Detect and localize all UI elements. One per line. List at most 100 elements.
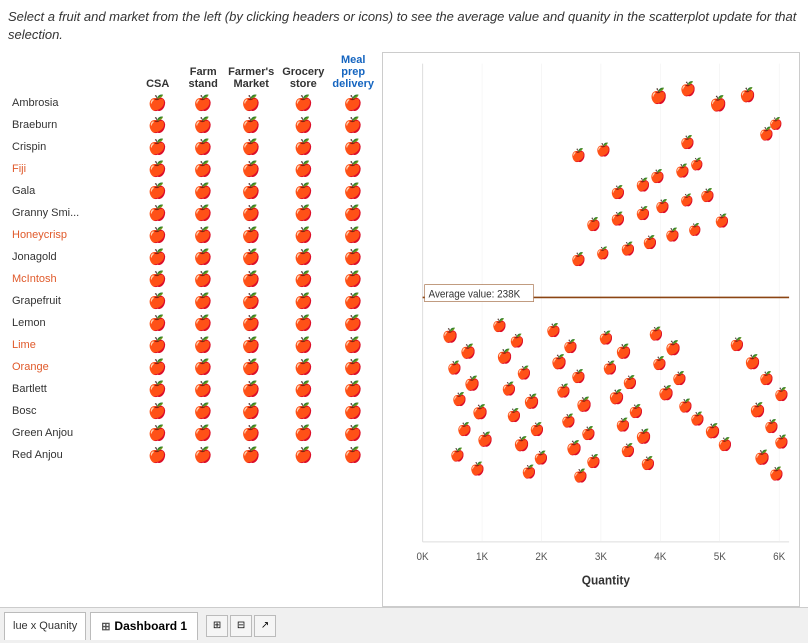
col-header-name[interactable] <box>8 52 133 92</box>
tab-action-btn-1[interactable]: ⊞ <box>206 615 228 637</box>
tab-action-btn-2[interactable]: ⊟ <box>230 615 252 637</box>
fruit-market-cell[interactable]: 🍎 <box>133 158 182 180</box>
col-header-meal-prep[interactable]: Meal prep delivery <box>328 52 378 92</box>
fruit-market-cell[interactable]: 🍎 <box>328 180 378 202</box>
col-header-farmers-market[interactable]: Farmer's Market <box>224 52 278 92</box>
fruit-market-cell[interactable]: 🍎 <box>278 378 328 400</box>
fruit-market-cell[interactable]: 🍎 <box>182 136 224 158</box>
fruit-name-cell[interactable]: Granny Smi... <box>8 202 133 224</box>
fruit-market-cell[interactable]: 🍎 <box>328 444 378 466</box>
fruit-market-cell[interactable]: 🍎 <box>278 334 328 356</box>
fruit-market-cell[interactable]: 🍎 <box>224 92 278 114</box>
fruit-market-cell[interactable]: 🍎 <box>328 268 378 290</box>
fruit-market-cell[interactable]: 🍎 <box>328 422 378 444</box>
fruit-market-cell[interactable]: 🍎 <box>278 202 328 224</box>
fruit-name-cell[interactable]: Green Anjou <box>8 422 133 444</box>
fruit-market-cell[interactable]: 🍎 <box>133 378 182 400</box>
table-row[interactable]: Lemon🍎🍎🍎🍎🍎 <box>8 312 378 334</box>
fruit-market-cell[interactable]: 🍎 <box>224 312 278 334</box>
fruit-market-cell[interactable]: 🍎 <box>224 224 278 246</box>
fruit-name-cell[interactable]: Bartlett <box>8 378 133 400</box>
fruit-market-cell[interactable]: 🍎 <box>328 114 378 136</box>
fruit-market-cell[interactable]: 🍎 <box>182 290 224 312</box>
fruit-market-cell[interactable]: 🍎 <box>133 136 182 158</box>
fruit-market-cell[interactable]: 🍎 <box>278 422 328 444</box>
fruit-market-cell[interactable]: 🍎 <box>224 356 278 378</box>
fruit-market-cell[interactable]: 🍎 <box>328 136 378 158</box>
fruit-market-cell[interactable]: 🍎 <box>224 334 278 356</box>
table-row[interactable]: Orange🍎🍎🍎🍎🍎 <box>8 356 378 378</box>
fruit-market-cell[interactable]: 🍎 <box>182 356 224 378</box>
fruit-market-cell[interactable]: 🍎 <box>278 312 328 334</box>
fruit-market-cell[interactable]: 🍎 <box>182 158 224 180</box>
fruit-name-cell[interactable]: Bosc <box>8 400 133 422</box>
fruit-market-cell[interactable]: 🍎 <box>182 224 224 246</box>
fruit-market-cell[interactable]: 🍎 <box>224 378 278 400</box>
fruit-market-cell[interactable]: 🍎 <box>328 224 378 246</box>
fruit-market-cell[interactable]: 🍎 <box>133 114 182 136</box>
fruit-name-cell[interactable]: Grapefruit <box>8 290 133 312</box>
fruit-market-cell[interactable]: 🍎 <box>182 312 224 334</box>
fruit-market-cell[interactable]: 🍎 <box>328 312 378 334</box>
fruit-market-cell[interactable]: 🍎 <box>328 290 378 312</box>
fruit-market-cell[interactable]: 🍎 <box>182 268 224 290</box>
fruit-market-cell[interactable]: 🍎 <box>133 92 182 114</box>
fruit-market-cell[interactable]: 🍎 <box>224 202 278 224</box>
fruit-name-cell[interactable]: Ambrosia <box>8 92 133 114</box>
fruit-name-cell[interactable]: Fiji <box>8 158 133 180</box>
fruit-market-cell[interactable]: 🍎 <box>182 92 224 114</box>
fruit-market-cell[interactable]: 🍎 <box>182 444 224 466</box>
fruit-market-cell[interactable]: 🍎 <box>182 246 224 268</box>
fruit-market-cell[interactable]: 🍎 <box>224 444 278 466</box>
fruit-market-cell[interactable]: 🍎 <box>278 158 328 180</box>
table-row[interactable]: Braeburn🍎🍎🍎🍎🍎 <box>8 114 378 136</box>
fruit-name-cell[interactable]: Braeburn <box>8 114 133 136</box>
fruit-market-cell[interactable]: 🍎 <box>133 444 182 466</box>
tab-action-btn-3[interactable]: ↗ <box>254 615 276 637</box>
fruit-market-cell[interactable]: 🍎 <box>133 356 182 378</box>
fruit-market-cell[interactable]: 🍎 <box>278 136 328 158</box>
fruit-market-cell[interactable]: 🍎 <box>328 246 378 268</box>
fruit-name-cell[interactable]: McIntosh <box>8 268 133 290</box>
col-header-csa[interactable]: CSA <box>133 52 182 92</box>
table-row[interactable]: Bartlett🍎🍎🍎🍎🍎 <box>8 378 378 400</box>
fruit-market-cell[interactable]: 🍎 <box>182 334 224 356</box>
fruit-market-cell[interactable]: 🍎 <box>328 334 378 356</box>
fruit-market-cell[interactable]: 🍎 <box>278 290 328 312</box>
table-row[interactable]: Ambrosia🍎🍎🍎🍎🍎 <box>8 92 378 114</box>
table-row[interactable]: Gala🍎🍎🍎🍎🍎 <box>8 180 378 202</box>
tab-dashboard-1[interactable]: ⊞ Dashboard 1 <box>90 612 198 640</box>
table-row[interactable]: Lime🍎🍎🍎🍎🍎 <box>8 334 378 356</box>
fruit-market-cell[interactable]: 🍎 <box>133 334 182 356</box>
fruit-market-cell[interactable]: 🍎 <box>182 378 224 400</box>
partial-tab-value-quantity[interactable]: lue x Quanity <box>4 612 86 640</box>
table-row[interactable]: Honeycrisp🍎🍎🍎🍎🍎 <box>8 224 378 246</box>
fruit-market-cell[interactable]: 🍎 <box>278 400 328 422</box>
fruit-market-cell[interactable]: 🍎 <box>278 92 328 114</box>
fruit-market-cell[interactable]: 🍎 <box>278 246 328 268</box>
fruit-market-cell[interactable]: 🍎 <box>328 158 378 180</box>
fruit-market-cell[interactable]: 🍎 <box>278 180 328 202</box>
fruit-market-cell[interactable]: 🍎 <box>133 290 182 312</box>
fruit-market-cell[interactable]: 🍎 <box>182 114 224 136</box>
fruit-market-cell[interactable]: 🍎 <box>133 312 182 334</box>
fruit-name-cell[interactable]: Jonagold <box>8 246 133 268</box>
fruit-name-cell[interactable]: Lime <box>8 334 133 356</box>
table-row[interactable]: Granny Smi...🍎🍎🍎🍎🍎 <box>8 202 378 224</box>
fruit-market-cell[interactable]: 🍎 <box>278 224 328 246</box>
fruit-name-cell[interactable]: Crispin <box>8 136 133 158</box>
fruit-market-cell[interactable]: 🍎 <box>224 290 278 312</box>
fruit-market-cell[interactable]: 🍎 <box>133 224 182 246</box>
fruit-market-cell[interactable]: 🍎 <box>224 246 278 268</box>
table-row[interactable]: Green Anjou🍎🍎🍎🍎🍎 <box>8 422 378 444</box>
table-row[interactable]: Red Anjou🍎🍎🍎🍎🍎 <box>8 444 378 466</box>
fruit-market-cell[interactable]: 🍎 <box>182 400 224 422</box>
fruit-market-cell[interactable]: 🍎 <box>224 158 278 180</box>
fruit-name-cell[interactable]: Lemon <box>8 312 133 334</box>
fruit-name-cell[interactable]: Red Anjou <box>8 444 133 466</box>
fruit-market-cell[interactable]: 🍎 <box>278 114 328 136</box>
table-row[interactable]: Jonagold🍎🍎🍎🍎🍎 <box>8 246 378 268</box>
fruit-market-cell[interactable]: 🍎 <box>224 136 278 158</box>
table-row[interactable]: Bosc🍎🍎🍎🍎🍎 <box>8 400 378 422</box>
fruit-market-cell[interactable]: 🍎 <box>328 400 378 422</box>
